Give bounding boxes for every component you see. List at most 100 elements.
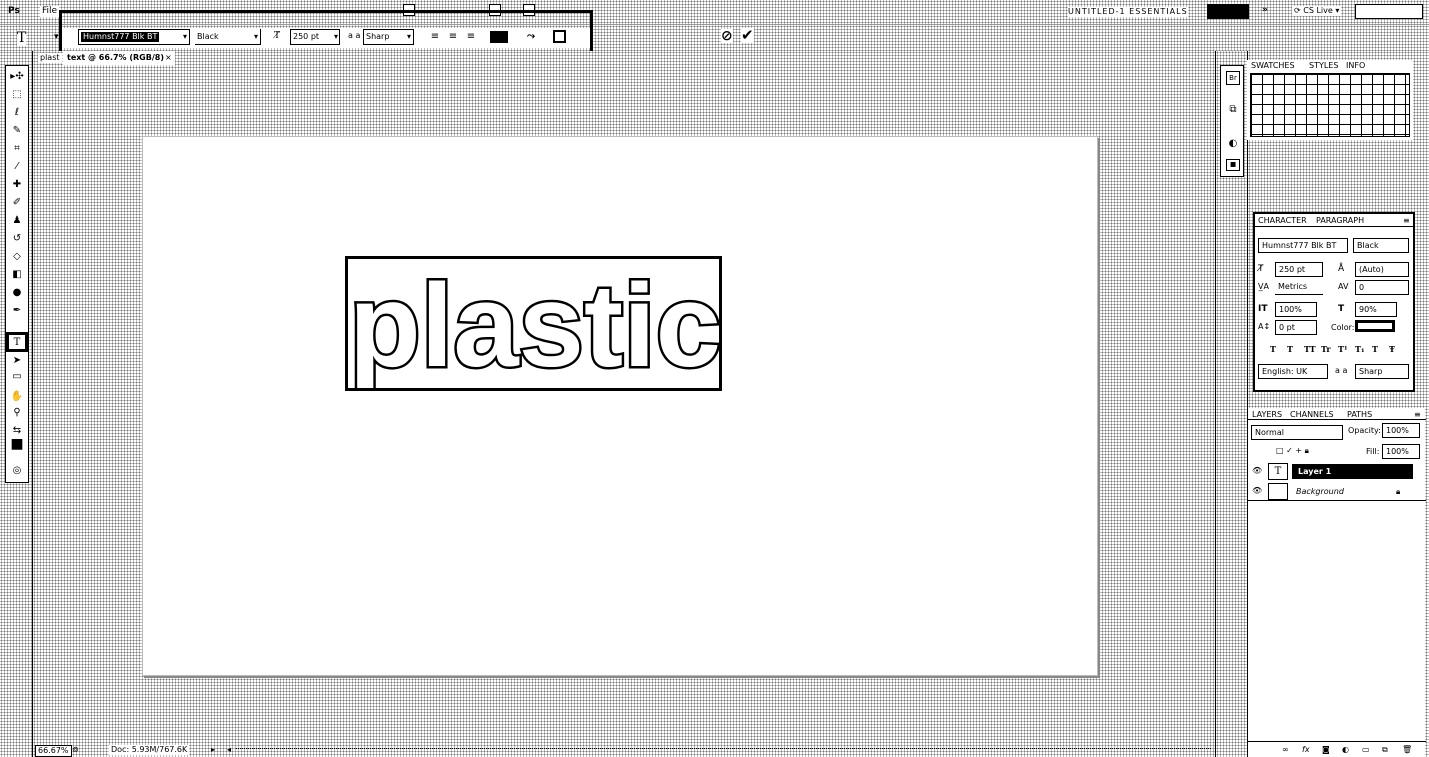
char-style-button[interactable]: Tr (1321, 344, 1331, 354)
char-style-button[interactable]: T (1270, 344, 1276, 354)
tab-paths[interactable]: PATHS (1347, 410, 1372, 420)
shape-icon[interactable]: ▭ (8, 368, 26, 384)
commit-icon[interactable]: ✔ (741, 28, 754, 43)
eye-icon[interactable]: 👁︎ (1252, 486, 1262, 496)
canvas[interactable] (142, 136, 1098, 676)
char-horizontal-scale[interactable]: 90% (1355, 302, 1397, 317)
char-style-button[interactable]: T (1372, 344, 1378, 354)
char-style-button[interactable]: Ŧ (1389, 344, 1395, 354)
char-leading[interactable]: (Auto) (1355, 262, 1409, 277)
char-vertical-scale[interactable]: 100% (1275, 302, 1317, 317)
doc-tab-active[interactable]: text @ 66.7% (RGB/8) × (63, 51, 175, 65)
tool-preset-arrow[interactable]: ▾ (54, 32, 59, 43)
lasso-icon[interactable]: ℓ (8, 104, 26, 120)
tool-preset-icon[interactable]: T (17, 30, 27, 46)
gradient-icon[interactable]: ◧ (8, 266, 26, 282)
char-language[interactable]: English: UK (1258, 364, 1328, 379)
brush-icon[interactable]: ✐ (8, 194, 26, 210)
type-icon[interactable]: T (6, 332, 28, 352)
adjustment-icon[interactable]: ◐ (1342, 745, 1349, 755)
group-icon[interactable]: ▭ (1362, 745, 1370, 755)
masks-icon[interactable]: ▪ (1226, 159, 1240, 171)
text-bounding-box[interactable]: plastic (345, 256, 722, 391)
char-tracking[interactable]: 0 (1355, 280, 1409, 295)
stamp-icon[interactable]: ♟ (8, 212, 26, 228)
tab-swatches[interactable]: SWATCHES (1251, 61, 1295, 71)
link-icon[interactable]: ∞ (1282, 745, 1289, 755)
zoom-level[interactable]: 66.67% (35, 745, 72, 757)
dodge-icon[interactable]: ● (8, 284, 26, 300)
font-style-dropdown[interactable]: Black ▾ (195, 29, 261, 45)
char-kerning[interactable]: Metrics (1275, 280, 1323, 295)
panel-menu-icon[interactable]: ≡ (1414, 410, 1421, 420)
char-antialias[interactable]: Sharp (1355, 364, 1409, 379)
healing-icon[interactable]: ✚ (8, 176, 26, 192)
tab-styles[interactable]: STYLES (1309, 61, 1338, 71)
antialias-dropdown[interactable]: Sharp ▾ (363, 29, 414, 45)
tab-info[interactable]: INFO (1346, 61, 1365, 71)
fill-field[interactable]: 100% (1382, 444, 1420, 459)
marquee-icon[interactable]: ⬚ (8, 86, 26, 102)
opacity-field[interactable]: 100% (1382, 423, 1420, 438)
char-font-style[interactable]: Black (1353, 238, 1409, 253)
history-icon[interactable]: ⧉ (1226, 103, 1240, 117)
tab-channels[interactable]: CHANNELS (1290, 410, 1334, 420)
align-center-icon[interactable]: ≡ (446, 29, 460, 45)
align-left-icon[interactable]: ≡ (428, 29, 442, 45)
fx-icon[interactable]: fx (1302, 745, 1310, 755)
close-icon[interactable]: × (165, 53, 172, 63)
char-style-button[interactable]: T¹ (1338, 344, 1347, 354)
char-style-button[interactable]: T (1287, 344, 1293, 354)
font-family-dropdown[interactable]: Humnst777 Blk BT ▾ (78, 29, 190, 45)
cancel-icon[interactable]: ⊘ (721, 29, 733, 43)
eraser-icon[interactable]: ◇ (8, 248, 26, 264)
pen-icon[interactable]: ✒ (8, 302, 26, 318)
file-menu[interactable]: File (40, 6, 60, 17)
swatch-grid[interactable] (1250, 73, 1410, 137)
ps-logo[interactable]: Ps (8, 6, 20, 17)
window-controls[interactable] (1355, 4, 1423, 19)
workspace-switcher[interactable] (1207, 4, 1249, 19)
scroll-left-icon[interactable]: ◂ (227, 745, 231, 755)
trash-icon[interactable]: 🗑︎ (1402, 745, 1412, 755)
warp-text-icon[interactable]: ⤳ (523, 29, 539, 45)
layer-row[interactable]: 👁︎ T Layer 1 (1248, 462, 1426, 481)
eyedropper-icon[interactable]: ⁄ (8, 158, 26, 174)
mini-bridge-icon[interactable]: Br (1226, 71, 1240, 85)
layer-row[interactable]: 👁︎ Background 🔒︎ (1248, 482, 1426, 501)
move-icon[interactable]: ▸✣ (8, 68, 26, 84)
char-color-swatch[interactable] (1355, 320, 1395, 332)
hand-icon[interactable]: ✋ (8, 388, 26, 404)
horizontal-scrollbar[interactable] (236, 748, 1211, 749)
text-color-swatch[interactable] (490, 31, 508, 43)
char-style-button[interactable]: T₁ (1355, 344, 1364, 354)
workspace-label[interactable]: UNTITLED-1 ESSENTIALS (1068, 7, 1188, 17)
char-baseline-shift[interactable]: 0 pt (1275, 320, 1317, 335)
history-brush-icon[interactable]: ↺ (8, 230, 26, 246)
status-menu-icon[interactable]: ▸ (211, 745, 215, 755)
tab-character[interactable]: CHARACTER (1258, 216, 1307, 226)
toggle-panels-icon[interactable] (553, 30, 566, 43)
quickmask-icon[interactable]: ◎ (8, 462, 26, 478)
blend-mode-dropdown[interactable]: Normal (1251, 425, 1343, 440)
cs-live-button[interactable]: ⟳ CS Live ▾ (1292, 6, 1342, 16)
tab-paragraph[interactable]: PARAGRAPH (1316, 216, 1364, 226)
align-right-icon[interactable]: ≡ (464, 29, 478, 45)
path-select-icon[interactable]: ➤ (8, 352, 26, 368)
zoom-icon[interactable]: ⚲ (8, 404, 26, 420)
quick-select-icon[interactable]: ✎ (8, 122, 26, 138)
doc-tab-plastic[interactable]: plast (38, 53, 62, 63)
doc-info[interactable]: Doc: 5.93M/767.6K (109, 745, 190, 755)
mask-icon[interactable]: ◙ (1322, 745, 1330, 755)
new-layer-icon[interactable]: ⧉ (1382, 745, 1388, 755)
color-swatch-icon[interactable]: ■ (8, 436, 26, 452)
eye-icon[interactable]: 👁︎ (1252, 466, 1262, 476)
crop-icon[interactable]: ⌗ (8, 140, 26, 156)
panel-chevron[interactable]: » (1262, 5, 1268, 16)
tab-layers[interactable]: LAYERS (1252, 410, 1282, 420)
adjustments-icon[interactable]: ◐ (1226, 137, 1240, 151)
font-size-dropdown[interactable]: 250 pt ▾ (290, 29, 340, 45)
lock-icons[interactable]: □ ✓ + 🔒︎ (1276, 446, 1309, 456)
char-style-button[interactable]: TT (1304, 344, 1316, 354)
char-font-family[interactable]: Humnst777 Blk BT (1258, 238, 1348, 253)
